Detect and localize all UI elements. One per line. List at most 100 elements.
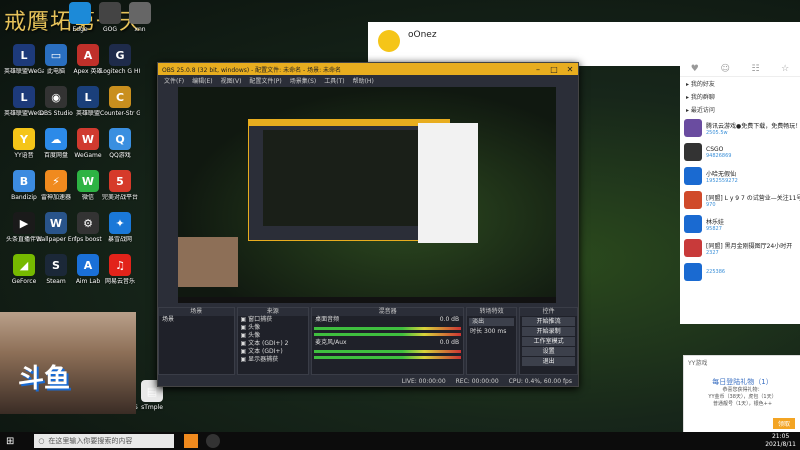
desktop-icon-label: QQ游戏 bbox=[109, 152, 131, 159]
taskbar-clock[interactable]: 21:05 2021/8/11 bbox=[765, 433, 796, 449]
taskbar-search[interactable]: ○ 在这里输入你要搜索的内容 bbox=[34, 434, 175, 448]
app-icon: S bbox=[45, 254, 67, 276]
obs-titlebar[interactable]: OBS 25.0.8 (32 bit, windows) - 配置文件: 未命名… bbox=[158, 63, 578, 75]
contact-sub: 225386 bbox=[706, 269, 726, 275]
desktop-icon-label: 完美对战平台 bbox=[101, 194, 138, 201]
contact-sub: 1952559272 bbox=[706, 177, 738, 184]
mixer-channel-name: 麦克风/Aux bbox=[315, 339, 347, 346]
transition-select[interactable]: 淡出 bbox=[469, 318, 515, 326]
qq-section-toggle[interactable]: ▸ 最近访问 bbox=[680, 103, 800, 116]
qq-avatar[interactable] bbox=[378, 30, 400, 52]
volume-meter[interactable] bbox=[314, 356, 462, 359]
app-icon: L bbox=[13, 86, 35, 108]
app-icon: Q bbox=[109, 128, 131, 150]
sources-dock: 来源 ▣ 窗口捕获 ▣ 头像 ▣ 头像 ▣ 文本 (GDI+) 2 ▣ 文本 (GDI+… bbox=[236, 307, 310, 375]
contacts-tab-icon[interactable]: ♥ bbox=[691, 64, 699, 74]
contact-item[interactable]: [同盟] L y 9 7 の试营业—关注11号频道970 bbox=[680, 188, 800, 212]
contact-item[interactable]: CSGO 94826869 bbox=[680, 140, 800, 164]
volume-meter[interactable] bbox=[314, 350, 462, 353]
app-icon: G bbox=[109, 44, 131, 66]
menu-item[interactable]: 配置文件(P) bbox=[249, 76, 281, 85]
source-item[interactable]: ▣ 文本 (GDI+) bbox=[238, 348, 309, 356]
source-item[interactable]: ▣ 头像 bbox=[238, 324, 309, 332]
qq-section-toggle[interactable]: ▸ 我的好友 bbox=[680, 77, 800, 90]
app-icon: Y bbox=[13, 128, 35, 150]
contact-item[interactable]: 小哈无假仙 1952559272 bbox=[680, 164, 800, 188]
mixer-header: 混音器 bbox=[312, 308, 464, 316]
menu-item[interactable]: 文件(F) bbox=[164, 76, 184, 85]
popup-claim-button[interactable]: 领取 bbox=[772, 418, 795, 429]
contact-item[interactable]: 225386 bbox=[680, 260, 800, 284]
live-status: LIVE: 00:00:00 bbox=[401, 378, 446, 385]
close-icon[interactable]: ✕ bbox=[562, 65, 578, 74]
contact-text: 林乐娃 95827 bbox=[706, 217, 724, 232]
menu-item[interactable]: 工具(T) bbox=[324, 76, 344, 85]
space-tab-icon[interactable]: ☆ bbox=[781, 64, 789, 74]
mixer-list: 桌面音频 0.0 dB 麦克风/Aux 0.0 dB bbox=[312, 316, 463, 359]
source-item[interactable]: ▣ 窗口捕获 bbox=[238, 316, 309, 324]
control-button[interactable]: 开始录制 bbox=[522, 327, 576, 336]
menu-item[interactable]: 帮助(H) bbox=[353, 76, 374, 85]
contact-item[interactable]: 林乐娃 95827 bbox=[680, 212, 800, 236]
contact-item[interactable]: 腾讯云游戏●免费下载，免费畅玩！ 2505.5w bbox=[680, 116, 800, 140]
taskbar: ⊞ ○ 在这里输入你要搜索的内容 21:05 2021/8/11 bbox=[0, 432, 800, 450]
duration-label: 时长 bbox=[470, 328, 483, 335]
control-button[interactable]: 工作室模式 bbox=[522, 337, 576, 346]
desktop-icon[interactable]: ✦ 暴雪战网 bbox=[100, 212, 140, 243]
app-icon bbox=[129, 2, 151, 24]
desktop-icon[interactable]: G Logitech G HUB bbox=[100, 44, 140, 75]
groups-tab-icon[interactable]: ☷ bbox=[751, 64, 759, 74]
control-button[interactable]: 开始推流 bbox=[522, 317, 576, 326]
desktop-icon[interactable]: Q QQ游戏 bbox=[100, 128, 140, 159]
app-icon: ▭ bbox=[45, 44, 67, 66]
maximize-icon[interactable]: □ bbox=[546, 65, 562, 74]
app-icon bbox=[99, 2, 121, 24]
nested-canvas bbox=[263, 130, 433, 226]
desktop-icon[interactable]: 5 完美对战平台 bbox=[100, 170, 140, 201]
source-item[interactable]: ▣ 头像 bbox=[238, 332, 309, 340]
app-icon: ◢ bbox=[13, 254, 35, 276]
friends-tab-icon[interactable]: ☺ bbox=[720, 64, 729, 74]
desktop-wallpaper: 戒贋坧第一天 L英雄联盟WeGame版▭此电脑AApex 英雄GLogitech… bbox=[0, 0, 800, 434]
scene-item[interactable]: 场景 bbox=[159, 316, 234, 324]
streamer-logo: 斗鱼 bbox=[18, 364, 71, 394]
desktop-icon[interactable]: ♫ 网易云音乐 bbox=[100, 254, 140, 285]
menu-item[interactable]: 视图(V) bbox=[221, 76, 242, 85]
taskbar-obs-icon[interactable] bbox=[206, 434, 221, 448]
contact-text: 小哈无假仙 1952559272 bbox=[706, 169, 738, 184]
qq-contact-panel: ♥ ☺ ☷ ☆ ▸ 我的好友 ▸ 我的群聊 ▸ 最近访问 腾讯云游戏●免费下载，免费… bbox=[680, 62, 800, 324]
source-item[interactable]: ▣ 显示器捕获 bbox=[238, 356, 309, 364]
mixer-channel-db: 0.0 dB bbox=[439, 316, 460, 323]
contact-avatar bbox=[684, 263, 702, 281]
duration-input[interactable]: 300 ms bbox=[484, 328, 506, 335]
menu-item[interactable]: 场景集(S) bbox=[290, 76, 317, 85]
minimize-icon[interactable]: – bbox=[530, 65, 546, 74]
app-icon: ◉ bbox=[45, 86, 67, 108]
volume-meter[interactable] bbox=[314, 333, 462, 336]
windows-start-icon[interactable]: ⊞ bbox=[6, 436, 14, 447]
app-icon: ✦ bbox=[109, 212, 131, 234]
app-icon: W bbox=[77, 170, 99, 192]
contact-name: [同盟] 黑月金刚摄图厅24小时开 bbox=[706, 242, 793, 250]
app-icon: 5 bbox=[109, 170, 131, 192]
popup-line: YY金币（38天），虎包（1天） bbox=[708, 394, 777, 400]
desktop-icon[interactable]: xnn bbox=[120, 2, 160, 33]
mixer-channel: 麦克风/Aux 0.0 dB bbox=[312, 339, 463, 347]
menu-item[interactable]: 编辑(E) bbox=[192, 76, 212, 85]
source-item[interactable]: ▣ 文本 (GDI+) 2 bbox=[238, 340, 309, 348]
taskbar-app-icon[interactable] bbox=[184, 434, 199, 448]
rec-status: REC: 00:00:00 bbox=[455, 378, 499, 385]
desktop-icon[interactable]: C Counter-Str Global Off... bbox=[100, 86, 140, 117]
desktop-icon-label: 网易云音乐 bbox=[104, 278, 135, 285]
contact-sub: 95827 bbox=[706, 225, 722, 232]
control-button[interactable]: 退出 bbox=[522, 357, 576, 366]
qq-section-toggle[interactable]: ▸ 我的群聊 bbox=[680, 90, 800, 103]
app-icon bbox=[69, 2, 91, 24]
obs-statusbar: LIVE: 00:00:00 REC: 00:00:00 CPU: 0.4%, … bbox=[158, 377, 578, 386]
contact-name: 林乐娃 bbox=[706, 218, 725, 226]
contact-item[interactable]: [同盟] 黑月金刚摄图厅24小时开 2327 bbox=[680, 236, 800, 260]
volume-meter[interactable] bbox=[314, 327, 462, 330]
control-button[interactable]: 设置 bbox=[522, 347, 576, 356]
yy-notification-popup: YY游戏 每日登陆礼物（1） 恭喜您获得礼物： YY金币（38天），虎包（1天）普… bbox=[683, 355, 800, 434]
controls-dock: 控件 开始推流 开始录制 工作室模式 设置 退出 bbox=[519, 307, 579, 375]
